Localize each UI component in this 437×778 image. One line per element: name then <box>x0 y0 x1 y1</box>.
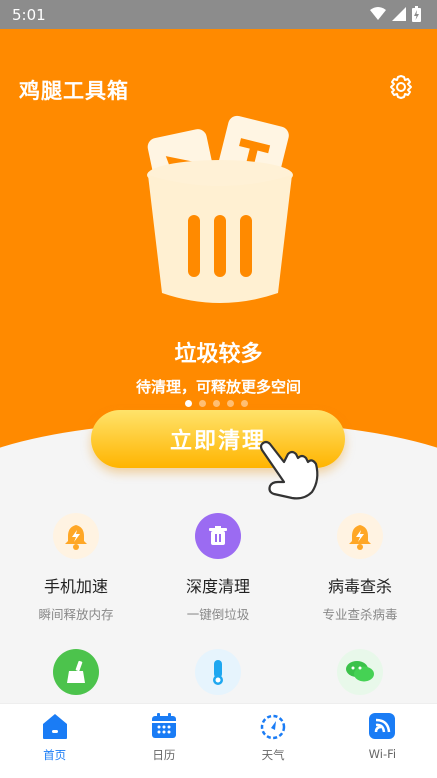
tab-label: 首页 <box>43 748 67 762</box>
tool-cooling[interactable] <box>145 649 291 695</box>
bottom-tab-bar: 首页 日历 天气 Wi-Fi <box>0 703 437 778</box>
page-dot <box>185 400 192 407</box>
page-indicator <box>185 400 248 407</box>
tool-desc: 一键倒垃圾 <box>186 607 250 622</box>
thermometer-icon <box>195 649 241 695</box>
tool-deep-clean[interactable]: 深度清理 一键倒垃圾 <box>145 513 291 623</box>
tab-weather[interactable]: 天气 <box>219 704 328 778</box>
tool-name: 病毒查杀 <box>327 577 392 596</box>
junk-status-headline: 垃圾较多 <box>174 342 263 367</box>
cell-signal-icon <box>392 7 406 21</box>
page-dot <box>213 400 220 407</box>
junk-status-subline: 待清理，可释放更多空间 <box>135 378 301 396</box>
calendar-icon <box>151 713 176 738</box>
tab-label: Wi-Fi <box>368 747 397 761</box>
status-time: 5:01 <box>12 5 46 24</box>
page-dot <box>199 400 206 407</box>
home-icon <box>42 714 67 739</box>
bell-icon <box>53 513 99 559</box>
tool-broom[interactable] <box>3 649 149 695</box>
trash-bin-illustration <box>147 115 293 303</box>
weather-icon <box>260 714 286 740</box>
wechat-icon <box>337 649 383 695</box>
gear-icon <box>390 75 412 99</box>
tool-wechat-clean[interactable] <box>287 649 433 695</box>
tool-virus-scan[interactable]: 病毒查杀 专业查杀病毒 <box>287 513 433 623</box>
tool-desc: 瞬间释放内存 <box>38 607 114 622</box>
tool-name: 深度清理 <box>185 577 250 596</box>
page-dot <box>241 400 248 407</box>
tab-label: 日历 <box>152 748 176 762</box>
trash-icon <box>195 513 241 559</box>
tab-label: 天气 <box>261 748 285 762</box>
app-title: 鸡腿工具箱 <box>19 79 129 103</box>
status-bar: 5:01 <box>0 0 437 29</box>
tool-desc: 专业查杀病毒 <box>322 607 398 622</box>
tab-wifi[interactable]: Wi-Fi <box>328 704 437 778</box>
wifi-icon <box>369 713 396 739</box>
status-icons <box>370 6 421 22</box>
tool-name: 手机加速 <box>43 577 108 596</box>
bell-icon <box>337 513 383 559</box>
wifi-signal-icon <box>370 7 386 20</box>
page-dot <box>227 400 234 407</box>
battery-icon <box>412 6 421 22</box>
tab-home[interactable]: 首页 <box>0 704 109 778</box>
broom-icon <box>53 649 99 695</box>
tab-calendar[interactable]: 日历 <box>109 704 218 778</box>
settings-button[interactable] <box>387 73 415 101</box>
pointing-hand-icon <box>259 440 319 500</box>
clean-now-label: 立即清理 <box>169 429 266 454</box>
tool-phone-speedup[interactable]: 手机加速 瞬间释放内存 <box>3 513 149 623</box>
